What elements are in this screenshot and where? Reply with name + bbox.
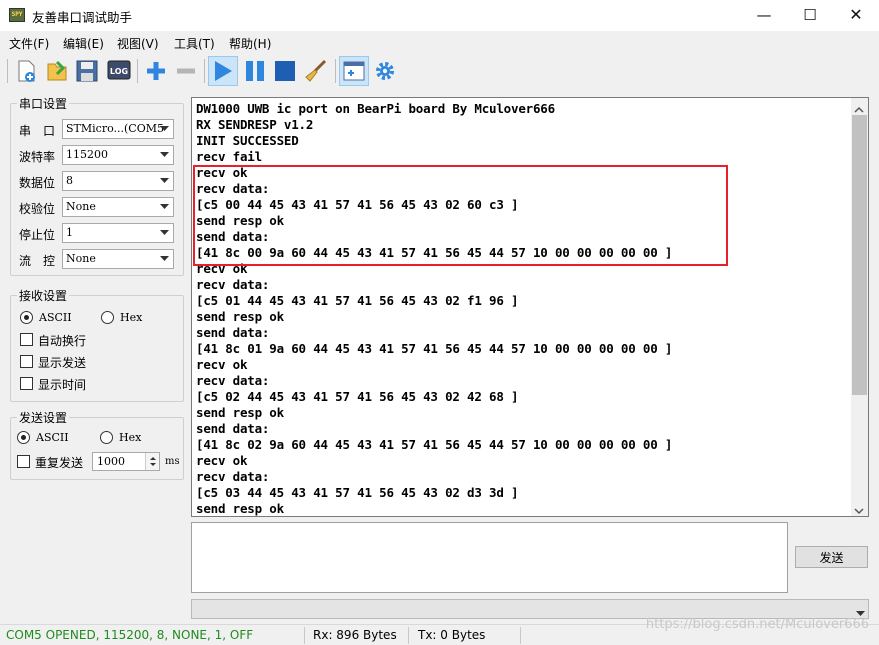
serial-settings-title: 串口设置: [17, 95, 70, 112]
menu-help[interactable]: 帮助(H): [229, 35, 271, 52]
highlight-box: [193, 165, 728, 266]
receive-ascii-label: ASCII: [39, 311, 72, 324]
flow-control-value: None: [66, 252, 96, 265]
auto-wrap-label: 自动换行: [38, 334, 87, 348]
send-history-select[interactable]: [191, 599, 869, 619]
settings-gear-icon[interactable]: [370, 56, 400, 86]
baud-rate-value: 115200: [66, 148, 108, 161]
stop-icon[interactable]: [270, 56, 300, 86]
flow-control-select[interactable]: None: [62, 249, 174, 269]
port-status: COM5 OPENED, 115200, 8, NONE, 1, OFF: [6, 628, 254, 642]
minimize-button[interactable]: —: [741, 0, 787, 31]
window-title: 友善串口调试助手: [32, 10, 133, 25]
auto-wrap-checkbox[interactable]: [20, 333, 33, 346]
menu-view[interactable]: 视图(V): [117, 35, 159, 52]
stop-bits-label: 停止位: [19, 228, 56, 242]
title-bar: SPY 友善串口调试助手 — ☐ ✕: [0, 0, 879, 31]
send-button[interactable]: 发送: [795, 546, 868, 568]
chevron-down-icon: [156, 172, 173, 190]
toolbar: LOG: [0, 53, 879, 89]
menu-bar: 文件(F) 编辑(E) 视图(V) 工具(T) 帮助(H): [0, 31, 879, 53]
send-hex-radio[interactable]: [100, 431, 113, 444]
toolbar-separator: [137, 59, 138, 83]
tx-count: Tx: 0 Bytes: [418, 628, 486, 642]
repeat-send-label: 重复发送: [35, 456, 84, 470]
scroll-down-arrow-icon[interactable]: [854, 504, 864, 516]
chevron-down-icon: [156, 250, 173, 268]
menu-tools[interactable]: 工具(T): [174, 35, 215, 52]
log-icon[interactable]: LOG: [104, 56, 134, 86]
interval-spinner[interactable]: [145, 453, 159, 470]
repeat-send-checkbox[interactable]: [17, 455, 30, 468]
stop-bits-select[interactable]: 1: [62, 223, 174, 243]
parity-select[interactable]: None: [62, 197, 174, 217]
show-time-checkbox[interactable]: [20, 377, 33, 390]
data-bits-label: 数据位: [19, 176, 56, 190]
parity-label: 校验位: [19, 202, 56, 216]
menu-edit[interactable]: 编辑(E): [63, 35, 104, 52]
send-ascii-label: ASCII: [36, 431, 69, 444]
status-separator: [304, 627, 305, 644]
toolbar-separator: [204, 59, 205, 83]
parity-value: None: [66, 200, 96, 213]
toolbar-grip: [7, 59, 8, 83]
clear-broom-icon[interactable]: [301, 56, 331, 86]
play-icon[interactable]: [208, 56, 238, 86]
port-label: 串 口: [19, 124, 56, 138]
flow-control-label: 流 控: [19, 254, 56, 268]
receive-log: DW1000 UWB ic port on BearPi board By Mc…: [196, 101, 673, 516]
app-icon: SPY: [9, 8, 25, 22]
open-file-icon[interactable]: [42, 56, 72, 86]
baud-rate-label: 波特率: [19, 150, 56, 164]
receive-scrollbar[interactable]: [851, 98, 868, 516]
send-settings-title: 发送设置: [17, 409, 70, 426]
pause-icon[interactable]: [240, 56, 270, 86]
chevron-down-icon: [156, 198, 173, 216]
save-icon[interactable]: [72, 56, 102, 86]
baud-rate-select[interactable]: 115200: [62, 145, 174, 165]
show-send-label: 显示发送: [38, 356, 87, 370]
data-bits-select[interactable]: 8: [62, 171, 174, 191]
log-icon-text: LOG: [110, 67, 128, 76]
scroll-up-arrow-icon[interactable]: [854, 102, 864, 116]
receive-settings-title: 接收设置: [17, 287, 70, 304]
show-send-checkbox[interactable]: [20, 355, 33, 368]
data-bits-value: 8: [66, 174, 73, 187]
send-text-area[interactable]: [191, 522, 788, 593]
chevron-down-icon: [156, 224, 173, 242]
toolbar-separator: [335, 59, 336, 83]
remove-icon[interactable]: [171, 56, 201, 86]
show-time-label: 显示时间: [38, 378, 87, 392]
status-separator: [520, 627, 521, 644]
repeat-interval-value: 1000: [97, 455, 125, 468]
watermark: https://blog.csdn.net/Mculover666: [645, 617, 869, 632]
status-separator: [408, 627, 409, 644]
interval-unit: ms: [165, 456, 180, 467]
scroll-thumb[interactable]: [852, 115, 867, 395]
chevron-down-icon: [156, 120, 173, 138]
add-icon[interactable]: [141, 56, 171, 86]
maximize-button[interactable]: ☐: [787, 0, 833, 31]
receive-settings-group: [10, 295, 184, 402]
port-value: STMicro...(COM5: [66, 122, 164, 135]
receive-hex-radio[interactable]: [101, 311, 114, 324]
receive-hex-label: Hex: [120, 311, 143, 324]
receive-text-area[interactable]: DW1000 UWB ic port on BearPi board By Mc…: [191, 97, 869, 517]
menu-file[interactable]: 文件(F): [9, 35, 49, 52]
layout-window-icon[interactable]: [339, 56, 369, 86]
receive-ascii-radio[interactable]: [20, 311, 33, 324]
stop-bits-value: 1: [66, 226, 73, 239]
close-button[interactable]: ✕: [833, 0, 879, 31]
send-ascii-radio[interactable]: [17, 431, 30, 444]
send-hex-label: Hex: [119, 431, 142, 444]
rx-count: Rx: 896 Bytes: [313, 628, 397, 642]
port-select[interactable]: STMicro...(COM5: [62, 119, 174, 139]
new-file-icon[interactable]: [12, 56, 42, 86]
chevron-down-icon: [156, 146, 173, 164]
